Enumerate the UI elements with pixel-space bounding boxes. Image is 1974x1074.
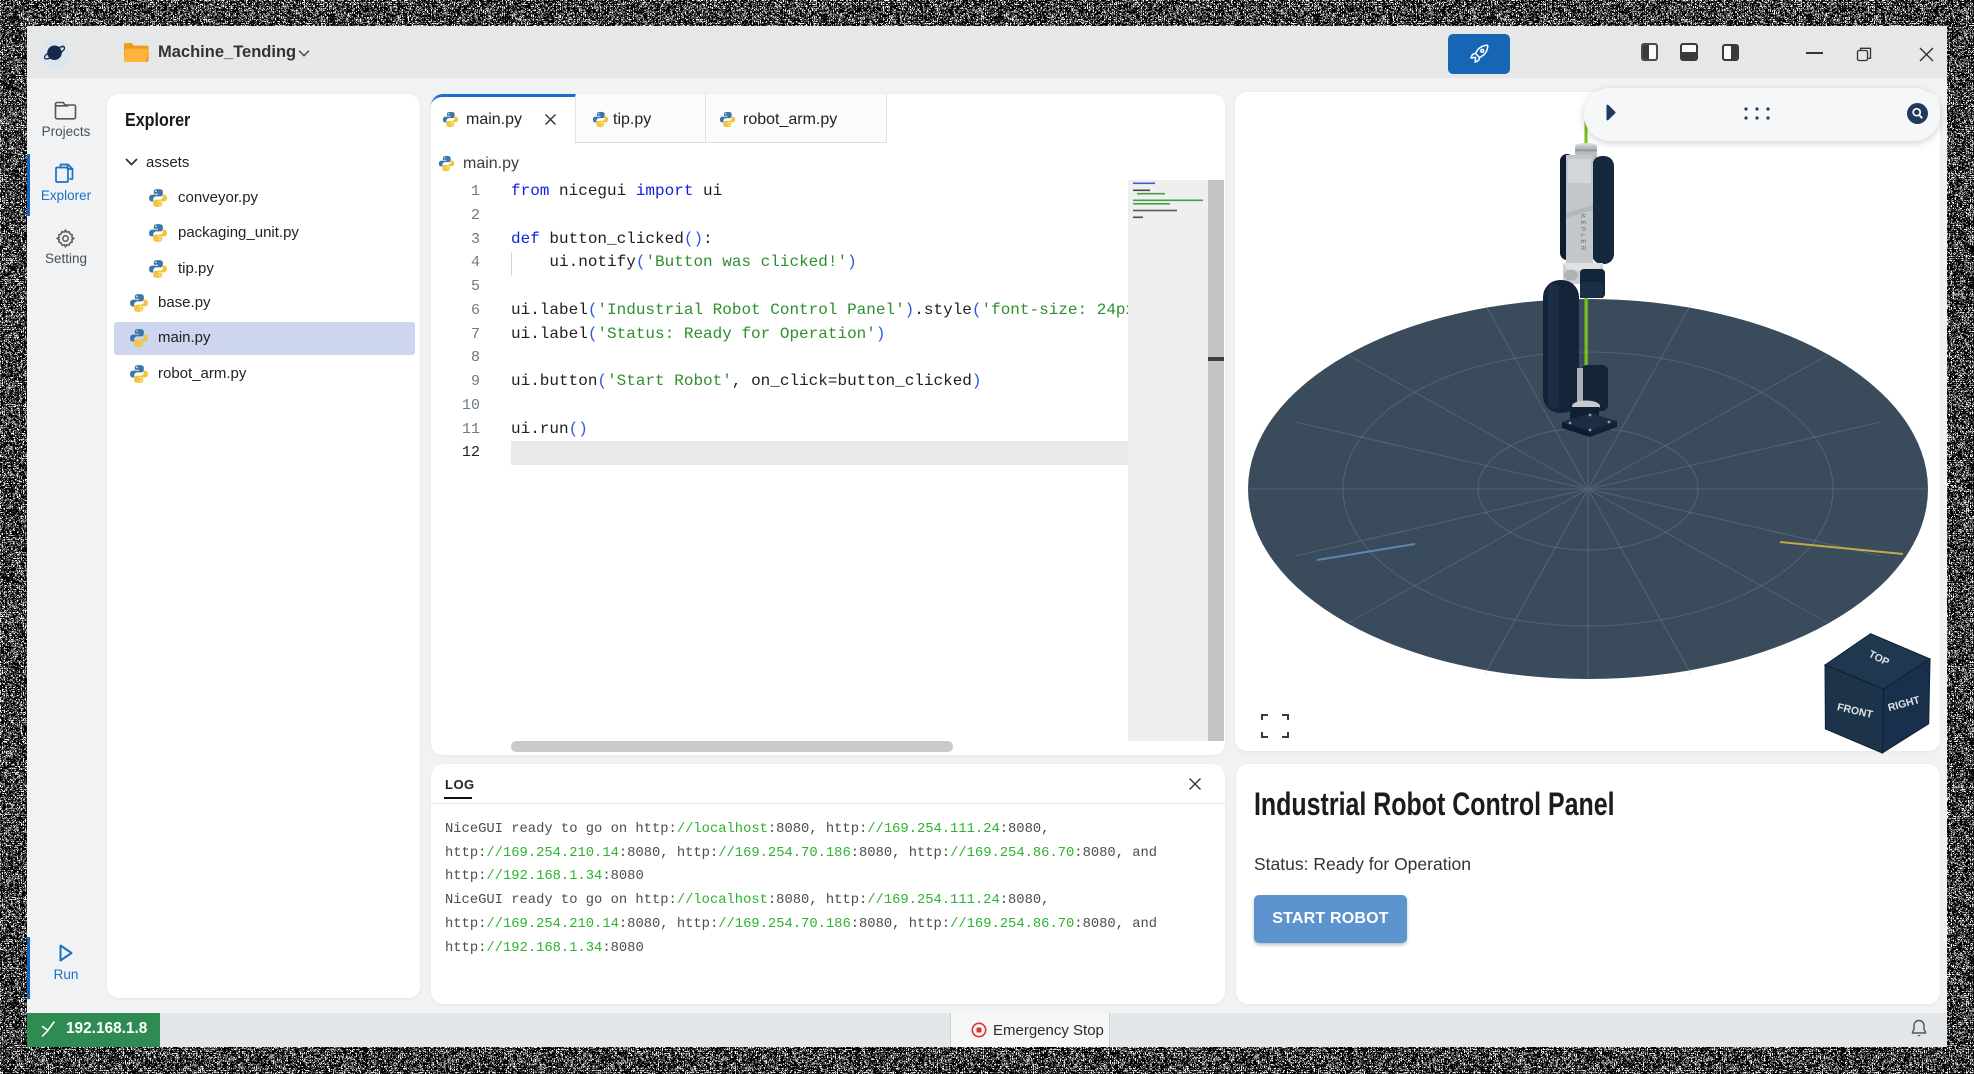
svg-text:KEPLER: KEPLER [1579, 214, 1585, 253]
